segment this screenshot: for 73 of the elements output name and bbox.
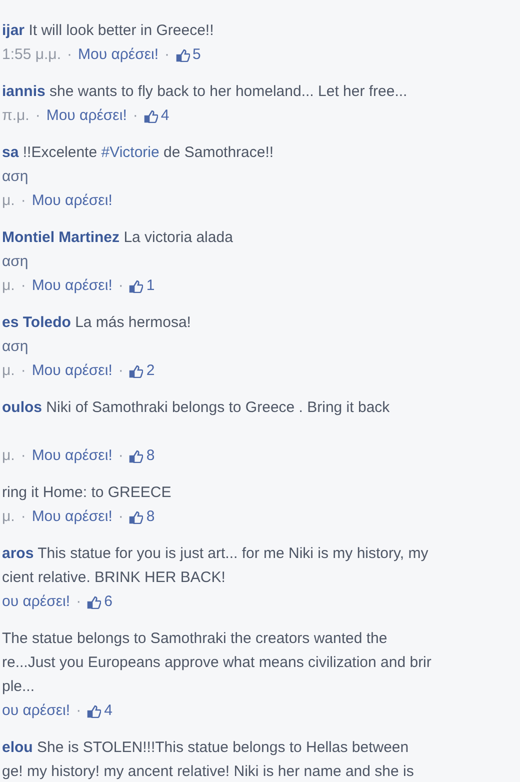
like-count[interactable]: 8 (146, 505, 155, 529)
like-link[interactable]: ου αρέσει! (2, 702, 70, 719)
like-link[interactable]: Μου αρέσει! (46, 107, 127, 124)
thumbs-up-icon (87, 596, 102, 608)
timestamp-link[interactable]: π.μ. (2, 107, 30, 124)
like-link[interactable]: ου αρέσει! (2, 593, 70, 610)
separator-dot: · (20, 508, 26, 525)
like-count[interactable]: 1 (146, 274, 155, 298)
separator-dot: · (118, 508, 124, 525)
comment-text: La más hermosa! (75, 314, 191, 331)
separator-dot: · (118, 362, 124, 379)
comment-text: Niki of Samothraki belongs to Greece . Bring it back (46, 399, 390, 416)
author-link[interactable]: elou (2, 739, 33, 756)
author-link[interactable]: Montiel Martinez (2, 229, 120, 246)
comment-text: The statue belongs to Samothraki the creators wanted the (2, 630, 388, 647)
author-link[interactable]: sa (2, 144, 19, 161)
timestamp-link[interactable]: μ. (2, 192, 15, 209)
comment-text: ge! my history! my ancent relative! Niki is her name and she is (2, 763, 414, 780)
comment-text: ring it Home: to GREECE (2, 484, 172, 501)
thumbs-up-icon (129, 364, 144, 378)
separator-dot: · (66, 46, 72, 63)
comment-text: re...Just you Europeans approve what means civilization and brir (2, 654, 432, 671)
comment-text: It will look better in Greece!! (28, 22, 214, 39)
comment-text: she wants to fly back to her homeland... Let her free... (50, 83, 408, 100)
like-link[interactable]: Μου αρέσει! (78, 46, 159, 63)
author-link[interactable]: aros (2, 545, 34, 562)
timestamp-link[interactable]: μ. (2, 277, 15, 294)
like-count[interactable]: 2 (146, 359, 155, 383)
like-count[interactable]: 5 (192, 43, 201, 67)
separator-dot: · (132, 107, 138, 124)
separator-dot: · (35, 107, 40, 124)
like-link[interactable]: Μου αρέσει! (32, 277, 112, 294)
translation-link[interactable]: αση (2, 253, 28, 270)
comment-text: La victoria alada (124, 229, 233, 246)
comment-text: This statue for you is just art... for me Niki is my history, my (38, 545, 428, 562)
hashtag-link[interactable]: #Victorie (101, 144, 160, 161)
separator-dot: · (76, 593, 82, 610)
separator-dot: · (20, 277, 26, 294)
translation-link[interactable]: αση (2, 338, 28, 355)
like-count[interactable]: 4 (160, 104, 170, 128)
timestamp-link[interactable]: μ. (2, 362, 15, 379)
like-count[interactable]: 4 (104, 699, 112, 723)
author-link[interactable]: es Toledo (2, 314, 71, 331)
separator-dot: · (76, 702, 82, 719)
separator-dot: · (164, 46, 170, 63)
thumbs-up-icon (176, 48, 190, 62)
like-count[interactable]: 6 (104, 590, 112, 614)
separator-dot: · (118, 277, 124, 294)
timestamp-link[interactable]: 1:55 μ.μ. (2, 46, 61, 63)
author-link[interactable]: oulos (2, 399, 42, 416)
thumbs-up-icon (129, 280, 144, 292)
like-link[interactable]: Μου αρέσει! (32, 362, 112, 379)
thumbs-up-icon (144, 110, 158, 122)
translation-link[interactable]: αση (2, 168, 28, 185)
timestamp-link[interactable]: μ. (2, 508, 15, 525)
like-link[interactable]: Μου αρέσει! (32, 508, 112, 525)
like-count[interactable]: 8 (146, 444, 155, 468)
thumbs-up-icon (129, 450, 144, 462)
like-link[interactable]: Μου αρέσει! (32, 192, 112, 209)
author-link[interactable]: iannis (2, 83, 46, 100)
separator-dot: · (20, 192, 26, 209)
comment-text: cient relative. BRINK HER BACK! (2, 569, 226, 586)
comment-text: !!Excelente #Victorie de Samothrace!! (22, 144, 274, 161)
separator-dot: · (20, 362, 26, 379)
author-link[interactable]: ijar (2, 22, 25, 39)
timestamp-link[interactable]: μ. (2, 447, 15, 464)
thumbs-up-icon (129, 510, 144, 524)
thumbs-up-icon (87, 704, 102, 718)
comment-text: ple... (2, 678, 35, 695)
comment-text: She is STOLEN!!!This statue belongs to Hellas between (37, 739, 409, 756)
like-link[interactable]: Μου αρέσει! (32, 447, 112, 464)
separator-dot: · (118, 447, 124, 464)
separator-dot: · (20, 447, 26, 464)
